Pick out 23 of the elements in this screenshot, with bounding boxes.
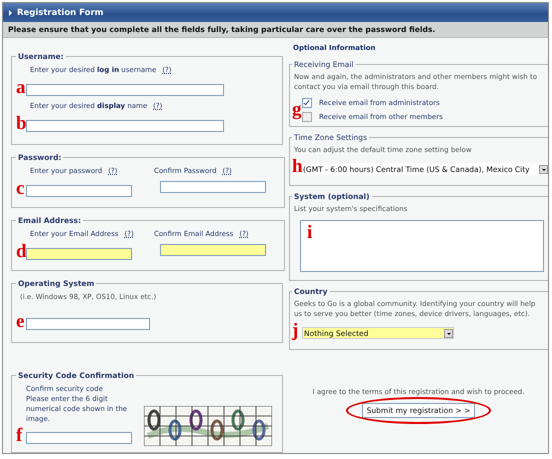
- annotation-letter: g: [292, 102, 302, 118]
- annotation-letter: j: [292, 323, 300, 339]
- input-field[interactable]: [26, 120, 224, 132]
- input-field[interactable]: [26, 185, 132, 197]
- annotation-letter: c: [16, 181, 26, 197]
- input-field[interactable]: [160, 181, 266, 193]
- annotation-letter: f: [16, 428, 24, 444]
- checkbox[interactable]: [302, 98, 312, 108]
- input-field[interactable]: [26, 248, 132, 260]
- text-area[interactable]: i: [300, 220, 544, 272]
- window-title: Registration Form: [17, 8, 104, 18]
- input-field[interactable]: [160, 244, 266, 256]
- arrow-icon: [9, 10, 12, 16]
- annotation-letter: a: [16, 80, 26, 96]
- input-field[interactable]: [26, 84, 224, 96]
- checkbox[interactable]: [302, 112, 312, 122]
- annotation-letter: h: [292, 159, 302, 175]
- annotation-letter: e: [16, 314, 26, 330]
- input-field[interactable]: [26, 432, 132, 444]
- annotation-letter: i: [307, 222, 312, 243]
- annotation-letter: b: [16, 116, 26, 132]
- input-field[interactable]: [26, 318, 150, 330]
- annotation-letter: d: [16, 244, 26, 260]
